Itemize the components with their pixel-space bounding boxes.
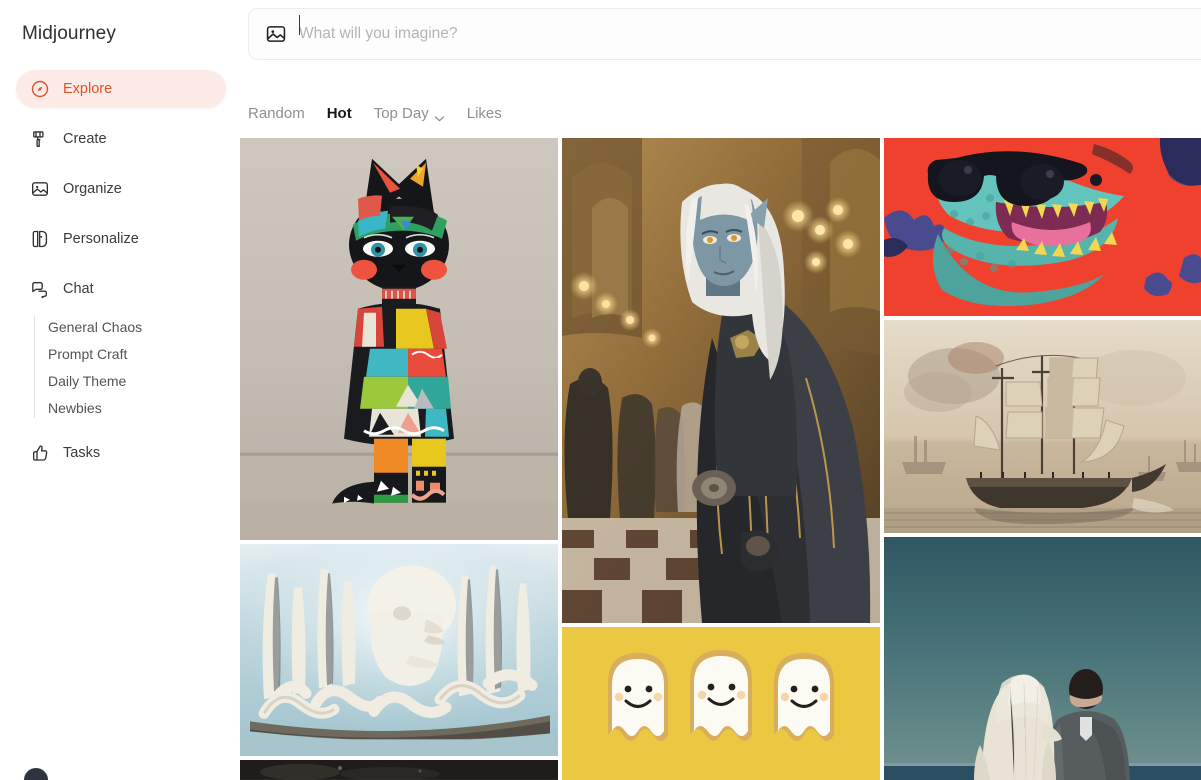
gallery-column xyxy=(562,138,880,780)
nav-gap xyxy=(0,108,240,120)
dinosaur-sunglasses-image xyxy=(884,138,1201,316)
gallery-tile[interactable] xyxy=(562,627,880,780)
filter-tabs: Random Hot Top Day Likes xyxy=(248,100,502,126)
chat-channel-list: General Chaos Prompt Craft Daily Theme N… xyxy=(0,314,240,422)
chat-icon xyxy=(30,279,50,299)
gallery-tile[interactable] xyxy=(884,138,1201,316)
filter-random[interactable]: Random xyxy=(248,105,305,122)
nav-gap xyxy=(0,208,240,220)
dark-elf-portrait-image xyxy=(562,138,880,623)
filter-likes[interactable]: Likes xyxy=(467,105,502,122)
sidebar-nav: Explore Create Organize Personalize Chat… xyxy=(0,70,240,472)
scrollbar[interactable] xyxy=(1197,62,1201,780)
skull-sculpture-image xyxy=(240,544,558,757)
sidebar-item-chat[interactable]: Chat xyxy=(16,270,226,308)
sidebar-subitem-general-chaos[interactable]: General Chaos xyxy=(48,314,240,341)
gallery-tile[interactable] xyxy=(240,760,558,780)
sidebar-item-label: Chat xyxy=(63,281,94,297)
search-input[interactable] xyxy=(299,25,999,43)
sidebar-item-create[interactable]: Create xyxy=(16,120,226,158)
gallery-tile[interactable] xyxy=(562,138,880,623)
sidebar-item-organize[interactable]: Organize xyxy=(16,170,226,208)
personalize-icon xyxy=(30,229,50,249)
sidebar-subitem-daily-theme[interactable]: Daily Theme xyxy=(48,368,240,395)
text-cursor xyxy=(299,15,300,35)
sidebar-item-label: Organize xyxy=(63,181,122,197)
sidebar-subitem-prompt-craft[interactable]: Prompt Craft xyxy=(48,341,240,368)
nav-gap xyxy=(0,158,240,170)
avatar[interactable] xyxy=(22,766,50,780)
gallery-tile[interactable] xyxy=(884,320,1201,533)
sidebar-subitem-newbies[interactable]: Newbies xyxy=(48,395,240,422)
wedding-couple-image xyxy=(884,537,1201,780)
filter-hot[interactable]: Hot xyxy=(327,105,352,122)
brush-icon xyxy=(30,129,50,149)
gallery-tile[interactable] xyxy=(240,138,558,541)
ghost-cookies-image xyxy=(562,627,880,780)
sidebar-item-label: Tasks xyxy=(63,445,101,461)
image-icon xyxy=(30,179,50,199)
nav-gap xyxy=(0,258,240,270)
app-brand-title: Midjourney xyxy=(22,23,116,44)
app-root: Midjourney Explore Create Organize Perso… xyxy=(0,0,1201,780)
dark-night-image xyxy=(240,760,558,780)
compass-icon xyxy=(30,79,50,99)
image-gallery-grid xyxy=(240,138,1201,780)
cat-figurine-image xyxy=(240,138,558,541)
filter-label: Random xyxy=(248,104,305,122)
search-bar[interactable] xyxy=(248,8,1201,60)
image-icon[interactable] xyxy=(265,23,287,45)
sidebar-item-tasks[interactable]: Tasks xyxy=(16,434,226,472)
gallery-column xyxy=(884,138,1201,780)
nav-gap xyxy=(0,422,240,434)
sidebar-item-label: Explore xyxy=(63,81,113,97)
chevron-down-icon xyxy=(434,110,445,122)
filter-label: Top Day xyxy=(373,104,429,122)
gallery-tile[interactable] xyxy=(884,537,1201,780)
sidebar-item-label: Personalize xyxy=(63,231,139,247)
sidebar-item-explore[interactable]: Explore xyxy=(16,70,226,108)
sidebar-item-personalize[interactable]: Personalize xyxy=(16,220,226,258)
sidebar: Midjourney Explore Create Organize Perso… xyxy=(0,0,240,780)
sailing-ship-image xyxy=(884,320,1201,533)
filter-top-day[interactable]: Top Day xyxy=(374,105,445,122)
sidebar-item-label: Create xyxy=(63,131,107,147)
filter-label: Hot xyxy=(326,104,352,122)
thumbs-up-icon xyxy=(30,443,50,463)
gallery-column xyxy=(240,138,558,780)
gallery-tile[interactable] xyxy=(240,544,558,757)
main-content: Random Hot Top Day Likes xyxy=(240,0,1201,780)
filter-label: Likes xyxy=(466,104,502,122)
